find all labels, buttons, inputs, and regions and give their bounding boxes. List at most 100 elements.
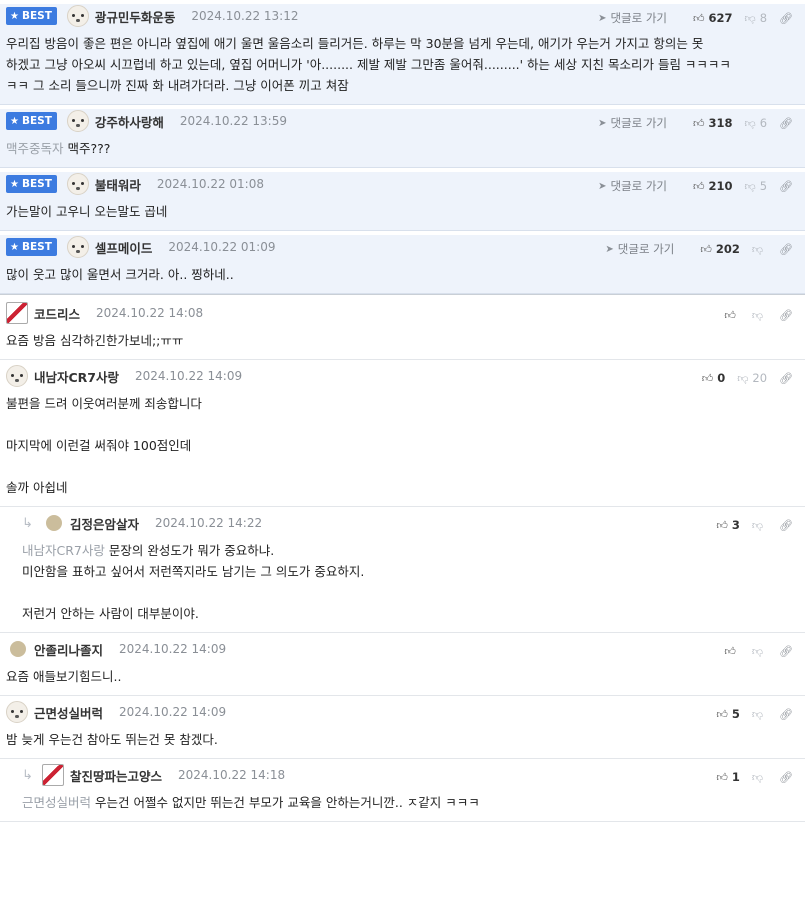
thumbs-down-icon: 👎︎ — [751, 707, 764, 721]
goto-comment-link[interactable]: ➤ 댓글로 가기 — [605, 241, 674, 257]
avatar[interactable] — [66, 236, 89, 258]
comment-item: 코드리스 2024.10.22 14:08 👍︎ 👎︎ 🔗︎ 요즘 방음 심각하… — [0, 301, 805, 360]
permalink-button[interactable]: 🔗︎ — [779, 12, 797, 25]
upvote-button[interactable]: 👍︎ — [724, 309, 740, 322]
thumbs-down-icon: 👎︎ — [751, 518, 764, 532]
thumbs-down-icon: 👎︎ — [744, 116, 756, 130]
author-nickname[interactable]: 코드리스 — [34, 304, 80, 323]
comment-body: 우리집 방음이 좋은 편은 아니라 옆집에 애기 울면 울음소리 들리거든. 하… — [6, 36, 731, 93]
upvote-button[interactable]: 👍︎ 3 — [716, 518, 740, 532]
thumbs-up-icon: 👍︎ — [693, 116, 705, 130]
goto-comment-link[interactable]: ➤ 댓글로 가기 — [598, 178, 667, 194]
star-icon: ★ — [10, 10, 19, 22]
author-nickname[interactable]: 광규민두화운동 — [95, 7, 176, 26]
comment-item: ★ BEST 광규민두화운동 2024.10.22 13:12 ➤ 댓글로 가기 👍… — [0, 4, 805, 105]
author-nickname[interactable]: 강주하사랑해 — [95, 112, 164, 131]
upvote-button[interactable]: 👍︎ 210 — [693, 179, 733, 193]
downvote-button[interactable]: 👎︎ 6 — [745, 116, 768, 130]
avatar[interactable] — [66, 173, 89, 195]
permalink-button[interactable]: 🔗︎ — [779, 180, 797, 193]
permalink-button[interactable]: 🔗︎ — [779, 243, 797, 256]
comment-date: 2024.10.22 13:59 — [179, 114, 287, 128]
send-arrow-icon: ➤ — [605, 243, 614, 255]
downvote-button[interactable]: 👎︎ — [752, 708, 767, 721]
goto-comment-link[interactable]: ➤ 댓글로 가기 — [598, 115, 667, 131]
upvote-button[interactable]: 👍︎ 318 — [693, 116, 733, 130]
downvote-button[interactable]: 👎︎ — [752, 309, 767, 322]
comment-body: 내남자CR7사랑 문장의 완성도가 뭐가 중요하냐. 미안함을 표하고 싶어서 저… — [22, 543, 365, 621]
permalink-button[interactable]: 🔗︎ — [779, 771, 797, 784]
thumbs-down-icon: 👎︎ — [751, 770, 764, 784]
upvote-button[interactable]: 👍︎ 1 — [716, 770, 740, 784]
downvote-button[interactable]: 👎︎ — [752, 645, 767, 658]
upvote-button[interactable]: 👍︎ 5 — [716, 707, 740, 721]
comment-body: 많이 웃고 많이 울면서 크거라. 아.. 찡하네.. — [6, 267, 234, 282]
link-icon: 🔗︎ — [779, 371, 793, 385]
author-nickname[interactable]: 안졸리나졸지 — [34, 640, 103, 659]
permalink-button[interactable]: 🔗︎ — [779, 645, 797, 658]
link-icon: 🔗︎ — [779, 308, 793, 322]
downvote-button[interactable]: 👎︎ 5 — [745, 179, 768, 193]
author-nickname[interactable]: 셀프메이드 — [95, 238, 153, 257]
comment-date: 2024.10.22 14:09 — [119, 705, 227, 719]
link-icon: 🔗︎ — [779, 770, 793, 784]
goto-comment-link[interactable]: ➤ 댓글로 가기 — [598, 10, 667, 26]
thumbs-up-icon: 👍︎ — [693, 11, 705, 25]
comment-item: 근면성실버럭 2024.10.22 14:09 👍︎ 5 👎︎ 🔗︎ 밤 늦게 우… — [0, 700, 805, 759]
star-icon: ★ — [10, 241, 19, 253]
avatar[interactable] — [6, 701, 28, 723]
comment-body: 가는말이 고우니 오는말도 곱네 — [6, 204, 168, 219]
permalink-button[interactable]: 🔗︎ — [779, 372, 797, 385]
thumbs-up-icon: 👍︎ — [693, 179, 705, 193]
avatar[interactable] — [46, 515, 62, 531]
thumbs-down-icon: 👎︎ — [751, 308, 764, 322]
thumbs-up-icon: 👍︎ — [716, 707, 728, 721]
comment-list: ★ BEST 광규민두화운동 2024.10.22 13:12 ➤ 댓글로 가기 👍… — [0, 4, 805, 822]
comment-body: 불편을 드려 이웃여러분께 죄송합니다 마지막에 이런걸 써줘야 100점인데 … — [6, 396, 202, 495]
avatar[interactable] — [6, 302, 28, 324]
mention-tag[interactable]: 맥주중독자 — [6, 141, 64, 156]
permalink-button[interactable]: 🔗︎ — [779, 309, 797, 322]
link-icon: 🔗︎ — [779, 242, 793, 256]
comment-date: 2024.10.22 01:09 — [168, 240, 276, 254]
link-icon: 🔗︎ — [779, 179, 793, 193]
permalink-button[interactable]: 🔗︎ — [779, 519, 797, 532]
reply-item: ↳ 찰진땅파는고양스 2024.10.22 14:18 👍︎ 1 👎︎ 🔗︎ 근면… — [0, 763, 805, 822]
author-nickname[interactable]: 찰진땅파는고양스 — [70, 766, 162, 785]
downvote-button[interactable]: 👎︎ — [752, 771, 767, 784]
star-icon: ★ — [10, 178, 19, 190]
author-nickname[interactable]: 김정은암살자 — [70, 514, 139, 533]
comment-date: 2024.10.22 14:09 — [135, 369, 243, 383]
link-icon: 🔗︎ — [779, 644, 793, 658]
author-nickname[interactable]: 불태워라 — [95, 175, 141, 194]
mention-tag[interactable]: 내남자CR7사랑 — [22, 543, 105, 558]
send-arrow-icon: ➤ — [598, 117, 607, 129]
avatar[interactable] — [66, 110, 89, 132]
comment-item: 내남자CR7사랑 2024.10.22 14:09 👍︎ 0 👎︎ 20 🔗︎ 불편… — [0, 364, 805, 507]
avatar[interactable] — [6, 365, 28, 387]
downvote-button[interactable]: 👎︎ — [752, 243, 767, 256]
thumbs-down-icon: 👎︎ — [744, 179, 756, 193]
downvote-button[interactable]: 👎︎ 8 — [745, 11, 768, 25]
downvote-button[interactable]: 👎︎ — [752, 519, 767, 532]
upvote-button[interactable]: 👍︎ 202 — [700, 242, 740, 256]
comment-body: 밤 늦게 우는건 참아도 뛰는건 못 참겠다. — [6, 732, 218, 747]
upvote-button[interactable]: 👍︎ 627 — [693, 11, 733, 25]
star-icon: ★ — [10, 115, 19, 127]
downvote-button[interactable]: 👎︎ 20 — [737, 371, 767, 385]
avatar[interactable] — [66, 5, 89, 27]
link-icon: 🔗︎ — [779, 518, 793, 532]
avatar[interactable] — [42, 764, 64, 786]
best-badge: ★ BEST — [6, 175, 57, 193]
upvote-button[interactable]: 👍︎ 0 — [702, 371, 726, 385]
author-nickname[interactable]: 근면성실버럭 — [34, 703, 103, 722]
permalink-button[interactable]: 🔗︎ — [779, 117, 797, 130]
upvote-button[interactable]: 👍︎ — [724, 645, 740, 658]
avatar[interactable] — [10, 641, 26, 657]
permalink-button[interactable]: 🔗︎ — [779, 708, 797, 721]
comment-item: ★ BEST 강주하사랑해 2024.10.22 13:59 ➤ 댓글로 가기 👍︎… — [0, 109, 805, 168]
comment-date: 2024.10.22 13:12 — [191, 9, 299, 23]
comment-date: 2024.10.22 14:22 — [155, 516, 263, 530]
author-nickname[interactable]: 내남자CR7사랑 — [34, 367, 119, 386]
mention-tag[interactable]: 근면성실버럭 — [22, 795, 91, 810]
